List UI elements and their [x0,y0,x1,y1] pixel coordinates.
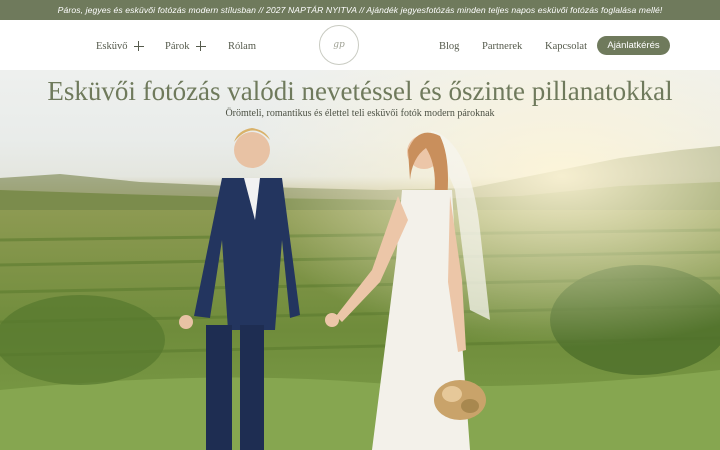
nav-item-label: Rólam [228,40,256,52]
nav-item-parok[interactable]: Párok [165,39,206,53]
nav-item-label: Blog [439,40,460,52]
site-header: Esküvő Párok Rólam gp Blog Partnerek Kap… [0,20,720,70]
logo-monogram: gp [333,40,345,50]
nav-item-label: Párok [165,40,190,52]
nav-item-label: Esküvő [96,40,128,52]
nav-item-blog[interactable]: Blog [439,39,459,53]
plus-icon[interactable] [133,41,144,51]
hero-subtitle: Örömteli, romantikus és élettel teli esk… [225,108,495,119]
hero-title: Esküvői fotózás valódi nevetéssel és ősz… [47,76,673,106]
plus-icon[interactable] [195,41,206,51]
nav-item-label: Partnerek [482,40,523,52]
nav-item-partnerek[interactable]: Partnerek [482,39,522,53]
request-quote-button[interactable]: Ajánlatkérés [597,36,670,55]
nav-item-kapcsolat[interactable]: Kapcsolat [545,39,587,53]
site-logo[interactable]: gp [319,25,359,65]
hero-photo [0,70,720,450]
nav-item-eskuvo[interactable]: Esküvő [96,39,144,53]
nav-item-label: Kapcsolat [545,40,587,52]
announcement-text: Páros, jegyes és esküvői fotózás modern … [57,5,663,15]
hero-section: Esküvői fotózás valódi nevetéssel és ősz… [0,70,720,450]
announcement-bar: Páros, jegyes és esküvői fotózás modern … [0,0,720,20]
nav-item-rolam[interactable]: Rólam [228,39,256,53]
